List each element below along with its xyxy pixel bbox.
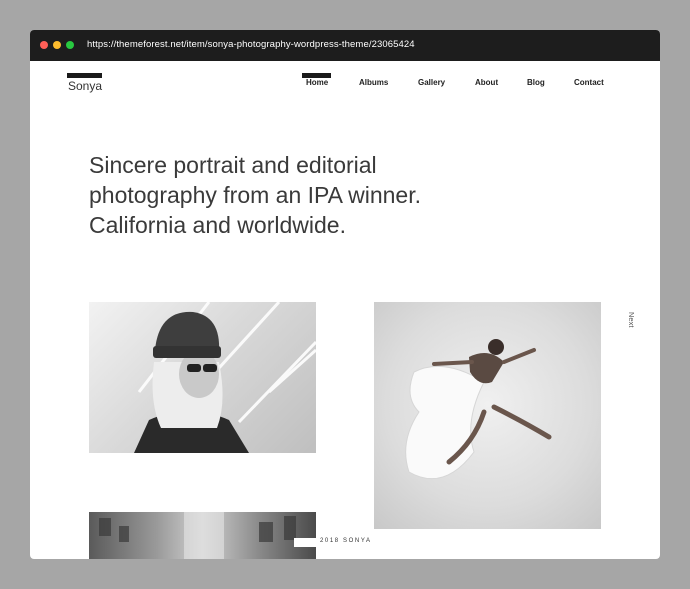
caption-accent-block: [294, 538, 316, 547]
dancer-photo-image: [405, 339, 552, 480]
nav-item-about[interactable]: About: [475, 78, 498, 87]
gallery-caption: 2018 SONYA: [320, 538, 372, 544]
browser-window: https://themeforest.net/item/sonya-photo…: [30, 30, 660, 559]
nav-item-albums[interactable]: Albums: [359, 78, 388, 87]
address-bar-url[interactable]: https://themeforest.net/item/sonya-photo…: [87, 39, 415, 50]
nav-item-blog[interactable]: Blog: [527, 78, 545, 87]
street-photo[interactable]: [89, 512, 316, 559]
portrait-photo-beanie-image: [134, 302, 316, 453]
logo-accent-bar: [67, 73, 102, 78]
nav-item-contact[interactable]: Contact: [574, 78, 604, 87]
street-photo-image: [99, 512, 296, 559]
portrait-photo-beanie[interactable]: [89, 302, 316, 453]
nav-item-home[interactable]: Home: [306, 78, 328, 87]
minimize-window-dot-icon[interactable]: [53, 41, 61, 49]
browser-titlebar: https://themeforest.net/item/sonya-photo…: [30, 30, 660, 61]
maximize-window-dot-icon[interactable]: [66, 41, 74, 49]
hero-headline: Sincere portrait and editorial photograp…: [89, 150, 489, 240]
hero-line: Sincere portrait and editorial: [89, 152, 377, 178]
dancer-photo[interactable]: [374, 302, 601, 529]
hero-line: California and worldwide.: [89, 212, 346, 238]
slider-next-link[interactable]: Next: [627, 312, 636, 327]
close-window-dot-icon[interactable]: [40, 41, 48, 49]
hero-line: photography from an IPA winner.: [89, 182, 421, 208]
site-logo[interactable]: Sonya: [68, 79, 102, 93]
nav-item-gallery[interactable]: Gallery: [418, 78, 445, 87]
